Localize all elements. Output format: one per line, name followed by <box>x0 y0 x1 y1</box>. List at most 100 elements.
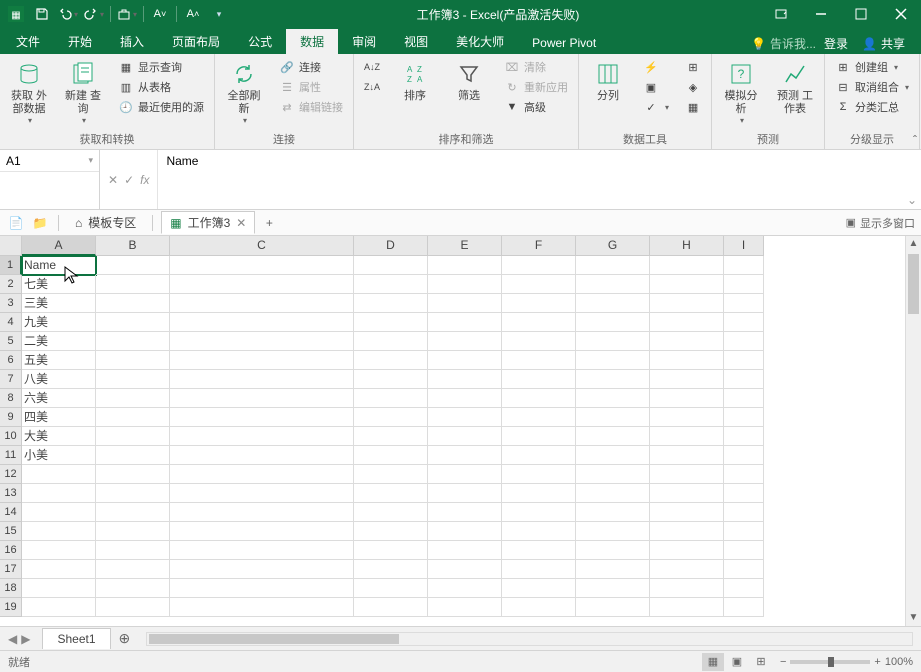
cell-G13[interactable] <box>576 484 650 503</box>
cell-C17[interactable] <box>170 560 354 579</box>
cell-I16[interactable] <box>724 541 764 560</box>
cell-C15[interactable] <box>170 522 354 541</box>
undo-icon[interactable] <box>56 2 80 26</box>
row-header-6[interactable]: 6 <box>0 351 22 370</box>
cell-B16[interactable] <box>96 541 170 560</box>
cell-I17[interactable] <box>724 560 764 579</box>
get-external-data-button[interactable]: 获取 外部数据 <box>6 58 52 127</box>
cancel-icon[interactable]: ✕ <box>108 173 118 187</box>
cell-C13[interactable] <box>170 484 354 503</box>
cell-I2[interactable] <box>724 275 764 294</box>
recent-sources-button[interactable]: 🕘最近使用的源 <box>114 98 208 116</box>
zoom-out-icon[interactable]: − <box>780 656 786 668</box>
cell-D7[interactable] <box>354 370 428 389</box>
sort-asc-button[interactable]: A↓Z <box>360 58 384 76</box>
cell-D8[interactable] <box>354 389 428 408</box>
cell-A19[interactable] <box>22 598 96 617</box>
cell-B9[interactable] <box>96 408 170 427</box>
cell-C14[interactable] <box>170 503 354 522</box>
cell-A2[interactable]: 七美 <box>22 275 96 294</box>
cell-E3[interactable] <box>428 294 502 313</box>
cell-F15[interactable] <box>502 522 576 541</box>
cell-H8[interactable] <box>650 389 724 408</box>
cell-A5[interactable]: 二美 <box>22 332 96 351</box>
cell-E11[interactable] <box>428 446 502 465</box>
cell-G12[interactable] <box>576 465 650 484</box>
cell-F13[interactable] <box>502 484 576 503</box>
row-header-15[interactable]: 15 <box>0 522 22 541</box>
workbook-tab[interactable]: ▦ 工作簿3 ✕ <box>161 211 255 234</box>
cell-D10[interactable] <box>354 427 428 446</box>
cell-F11[interactable] <box>502 446 576 465</box>
row-header-19[interactable]: 19 <box>0 598 22 617</box>
cell-B12[interactable] <box>96 465 170 484</box>
cell-H11[interactable] <box>650 446 724 465</box>
cell-A8[interactable]: 六美 <box>22 389 96 408</box>
sheet-prev-icon[interactable]: ◀ <box>8 632 17 646</box>
cell-F19[interactable] <box>502 598 576 617</box>
cell-I12[interactable] <box>724 465 764 484</box>
row-header-14[interactable]: 14 <box>0 503 22 522</box>
cell-I19[interactable] <box>724 598 764 617</box>
cell-I14[interactable] <box>724 503 764 522</box>
cell-F16[interactable] <box>502 541 576 560</box>
accept-icon[interactable]: ✓ <box>124 173 134 187</box>
cell-H17[interactable] <box>650 560 724 579</box>
cell-G8[interactable] <box>576 389 650 408</box>
cell-F2[interactable] <box>502 275 576 294</box>
cell-I3[interactable] <box>724 294 764 313</box>
cell-E10[interactable] <box>428 427 502 446</box>
sheet-next-icon[interactable]: ▶ <box>21 632 30 646</box>
cell-A13[interactable] <box>22 484 96 503</box>
add-sheet-icon[interactable]: ⊕ <box>111 630 139 647</box>
cell-I1[interactable] <box>724 256 764 275</box>
cell-G3[interactable] <box>576 294 650 313</box>
ungroup-button[interactable]: ⊟取消组合 <box>831 78 913 96</box>
cell-E19[interactable] <box>428 598 502 617</box>
cell-F7[interactable] <box>502 370 576 389</box>
cell-B17[interactable] <box>96 560 170 579</box>
hscroll-thumb[interactable] <box>149 634 399 644</box>
cell-F8[interactable] <box>502 389 576 408</box>
cell-D1[interactable] <box>354 256 428 275</box>
row-header-8[interactable]: 8 <box>0 389 22 408</box>
cell-H5[interactable] <box>650 332 724 351</box>
redo-icon[interactable] <box>82 2 106 26</box>
cell-H18[interactable] <box>650 579 724 598</box>
vertical-scrollbar[interactable]: ▲ ▼ <box>905 236 921 626</box>
row-header-3[interactable]: 3 <box>0 294 22 313</box>
cell-D15[interactable] <box>354 522 428 541</box>
col-header-D[interactable]: D <box>354 236 428 256</box>
qat-customize-icon[interactable]: ▾ <box>207 2 231 26</box>
cell-I13[interactable] <box>724 484 764 503</box>
row-header-16[interactable]: 16 <box>0 541 22 560</box>
cell-F17[interactable] <box>502 560 576 579</box>
cell-E7[interactable] <box>428 370 502 389</box>
namebox-dropdown-icon[interactable]: ▾ <box>88 155 93 166</box>
cell-C10[interactable] <box>170 427 354 446</box>
cell-B7[interactable] <box>96 370 170 389</box>
cell-F18[interactable] <box>502 579 576 598</box>
cell-H19[interactable] <box>650 598 724 617</box>
row-header-7[interactable]: 7 <box>0 370 22 389</box>
row-header-5[interactable]: 5 <box>0 332 22 351</box>
from-table-button[interactable]: ▥从表格 <box>114 78 208 96</box>
cell-G2[interactable] <box>576 275 650 294</box>
suitcase-icon[interactable] <box>115 2 139 26</box>
row-header-1[interactable]: 1 <box>0 256 22 275</box>
cell-C7[interactable] <box>170 370 354 389</box>
ribbon-options-icon[interactable] <box>761 0 801 28</box>
cell-B10[interactable] <box>96 427 170 446</box>
row-header-9[interactable]: 9 <box>0 408 22 427</box>
cell-H12[interactable] <box>650 465 724 484</box>
scroll-thumb[interactable] <box>908 254 919 314</box>
cell-C6[interactable] <box>170 351 354 370</box>
cell-B8[interactable] <box>96 389 170 408</box>
cell-H15[interactable] <box>650 522 724 541</box>
collapse-ribbon-icon[interactable]: ˆ <box>913 133 917 147</box>
cell-I10[interactable] <box>724 427 764 446</box>
cell-I9[interactable] <box>724 408 764 427</box>
cell-D12[interactable] <box>354 465 428 484</box>
cell-C4[interactable] <box>170 313 354 332</box>
tab-file[interactable]: 文件 <box>2 29 54 54</box>
